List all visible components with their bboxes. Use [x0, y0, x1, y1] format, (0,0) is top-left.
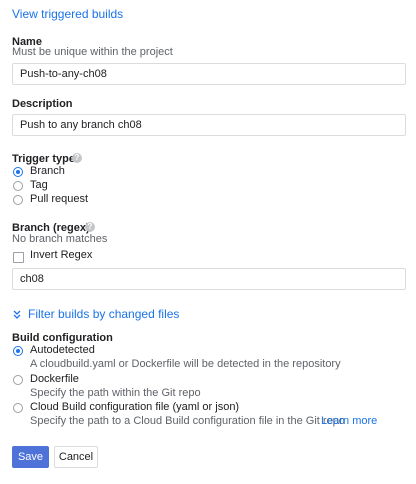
help-icon[interactable]: ? [72, 153, 82, 163]
cancel-button[interactable]: Cancel [54, 446, 98, 468]
build-config-cloudbuild-label: Cloud Build configuration file (yaml or … [30, 401, 240, 413]
invert-regex-label: Invert Regex [30, 249, 93, 261]
build-config-dockerfile-hint: Specify the path within the Git repo [30, 387, 201, 399]
branch-hint: No branch matches [12, 233, 108, 245]
trigger-type-label: Trigger type [12, 153, 75, 165]
invert-regex-checkbox[interactable] [13, 252, 24, 263]
name-hint: Must be unique within the project [12, 46, 173, 58]
build-config-dockerfile-label: Dockerfile [30, 373, 79, 385]
trigger-branch-radio[interactable] [13, 167, 23, 177]
build-config-cloudbuild-hint: Specify the path to a Cloud Build config… [30, 415, 345, 427]
learn-more-link[interactable]: Learn more [321, 415, 377, 427]
build-config-autodetected-radio[interactable] [13, 346, 23, 356]
view-triggered-builds-link[interactable]: View triggered builds [12, 7, 123, 21]
description-label: Description [12, 98, 73, 110]
save-button[interactable]: Save [12, 446, 49, 468]
trigger-tag-label: Tag [30, 179, 48, 191]
build-config-autodetected-hint: A cloudbuild.yaml or Dockerfile will be … [30, 358, 341, 370]
help-icon[interactable]: ? [85, 222, 95, 232]
trigger-pull-request-label: Pull request [30, 193, 89, 205]
build-config-label: Build configuration [12, 332, 113, 344]
description-input[interactable]: Push to any branch ch08 [12, 114, 406, 136]
filter-builds-link[interactable]: Filter builds by changed files [28, 307, 179, 321]
trigger-pull-request-radio[interactable] [13, 195, 23, 205]
name-input[interactable]: Push-to-any-ch08 [12, 63, 406, 85]
trigger-tag-radio[interactable] [13, 181, 23, 191]
build-config-dockerfile-radio[interactable] [13, 375, 23, 385]
trigger-branch-label: Branch [30, 165, 65, 177]
double-chevron-down-icon[interactable] [12, 308, 22, 320]
build-config-autodetected-label: Autodetected [30, 344, 95, 356]
build-config-cloudbuild-radio[interactable] [13, 403, 23, 413]
branch-input[interactable]: ch08 [12, 268, 406, 290]
